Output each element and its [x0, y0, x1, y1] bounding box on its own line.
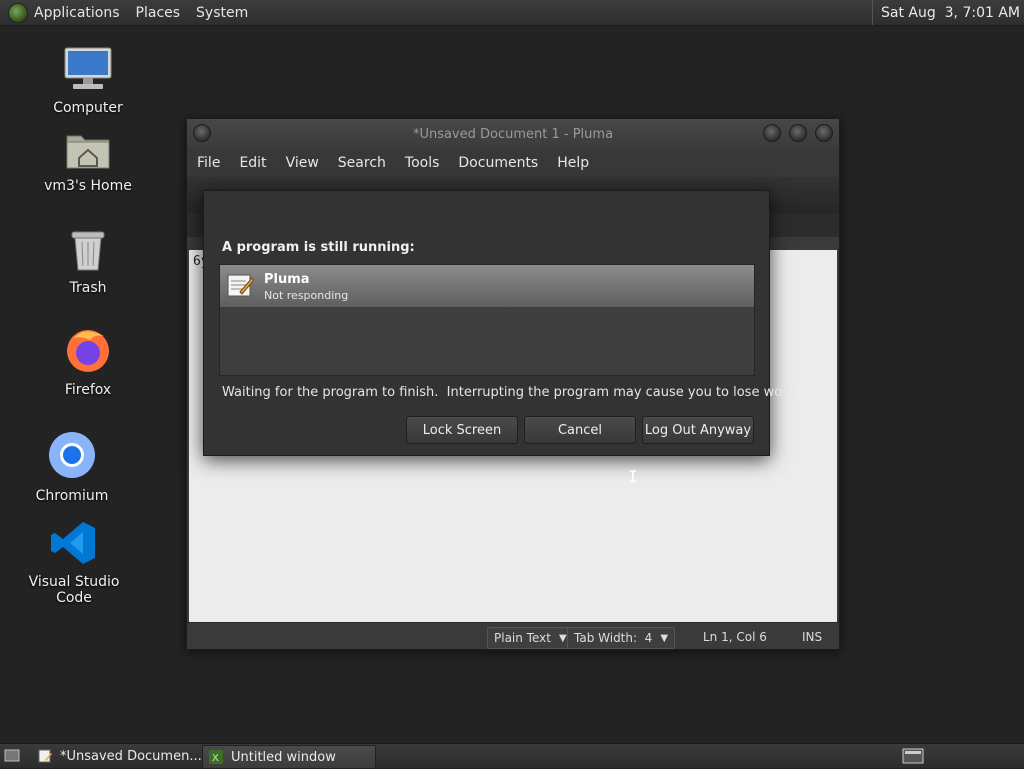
home-folder-icon [66, 135, 110, 169]
desktop-icon-label: Chromium [35, 488, 109, 504]
lock-screen-button[interactable]: Lock Screen [406, 416, 518, 444]
chevron-down-icon: ▼ [660, 632, 669, 644]
top-panel: Applications Places System Sat Aug 3, 7:… [0, 0, 1024, 26]
show-desktop-icon [4, 749, 20, 762]
cancel-button[interactable]: Cancel [524, 416, 636, 444]
dialog-message: Waiting for the program to finish. Inter… [222, 385, 800, 400]
desktop-icon-label: Visual Studio Code [28, 574, 120, 606]
desktop-icon-vscode[interactable]: Visual Studio Code [24, 520, 124, 606]
desktop-icon-computer[interactable]: Computer [38, 46, 138, 116]
show-desktop-button[interactable] [0, 745, 26, 767]
desktop-icon-chromium[interactable]: Chromium [22, 430, 122, 504]
pluma-statusbar: Plain Text ▼ Tab Width: 4 ▼ Ln 1, Col 6 … [187, 622, 839, 649]
close-icon[interactable] [815, 124, 833, 142]
taskbar-item-label: Untitled window [231, 749, 336, 765]
logout-anyway-button[interactable]: Log Out Anyway [642, 416, 754, 444]
cursor-position: Ln 1, Col 6 [703, 630, 767, 644]
applications-menu[interactable]: Applications [34, 5, 120, 21]
vscode-icon [51, 522, 95, 564]
places-menu[interactable]: Places [136, 5, 181, 21]
pluma-titlebar[interactable]: *Unsaved Document 1 - Pluma [187, 119, 839, 149]
chromium-icon [49, 432, 95, 478]
system-menu[interactable]: System [196, 5, 248, 21]
text-cursor-icon: I [628, 467, 638, 486]
window-menu-icon[interactable] [193, 124, 211, 142]
clock[interactable]: Sat Aug 3, 7:01 AM [872, 0, 1024, 25]
svg-text:X: X [212, 753, 219, 764]
minimize-icon[interactable] [763, 124, 781, 142]
running-apps-list: Pluma Not responding [219, 264, 755, 376]
mate-logo-icon[interactable] [8, 2, 28, 23]
app-status: Not responding [264, 289, 349, 302]
desktop-icon-label: Firefox [64, 382, 112, 398]
computer-icon [64, 47, 112, 89]
pluma-icon [38, 749, 52, 763]
desktop-icon-label: Computer [53, 100, 123, 116]
taskbar-item-untitled[interactable]: X Untitled window [202, 745, 376, 769]
window-title: *Unsaved Document 1 - Pluma [412, 126, 614, 142]
tab-width-selector[interactable]: Tab Width: 4 ▼ [567, 627, 676, 649]
workspace-icon [902, 748, 924, 764]
menu-view[interactable]: View [286, 155, 319, 171]
maximize-icon[interactable] [789, 124, 807, 142]
menu-search[interactable]: Search [338, 155, 386, 171]
menu-documents[interactable]: Documents [458, 155, 538, 171]
insert-mode: INS [802, 630, 823, 644]
desktop-icon-trash[interactable]: Trash [38, 228, 138, 296]
firefox-icon [67, 330, 109, 372]
language-selector[interactable]: Plain Text ▼ [487, 627, 574, 649]
language-label: Plain Text [494, 631, 551, 645]
menu-edit[interactable]: Edit [239, 155, 266, 171]
taskbar-item-pluma[interactable]: *Unsaved Documen... [32, 745, 206, 767]
workspace-switcher[interactable] [896, 745, 928, 767]
menu-help[interactable]: Help [557, 155, 589, 171]
bottom-panel: *Unsaved Documen... X Untitled window [0, 743, 1024, 769]
app-name: Pluma [264, 272, 310, 287]
desktop-icon-firefox[interactable]: Firefox [38, 326, 138, 398]
menu-tools[interactable]: Tools [405, 155, 440, 171]
desktop-icon-home[interactable]: vm3's Home [38, 128, 138, 194]
taskbar-item-label: *Unsaved Documen... [60, 748, 202, 764]
list-item[interactable]: Pluma Not responding [220, 265, 754, 307]
xterm-icon: X [209, 750, 223, 764]
pluma-icon [227, 274, 254, 297]
dialog-heading: A program is still running: [222, 240, 415, 255]
desktop-icon-label: vm3's Home [44, 178, 132, 194]
chevron-down-icon: ▼ [558, 632, 567, 644]
desktop-icon-label: Trash [69, 280, 107, 296]
pluma-menubar: File Edit View Search Tools Documents He… [187, 149, 839, 177]
logout-inhibit-dialog: A program is still running: Pluma Not re… [203, 190, 799, 456]
menu-file[interactable]: File [197, 155, 220, 171]
trash-icon [71, 231, 105, 271]
tab-width-label: Tab Width: 4 [574, 631, 653, 645]
